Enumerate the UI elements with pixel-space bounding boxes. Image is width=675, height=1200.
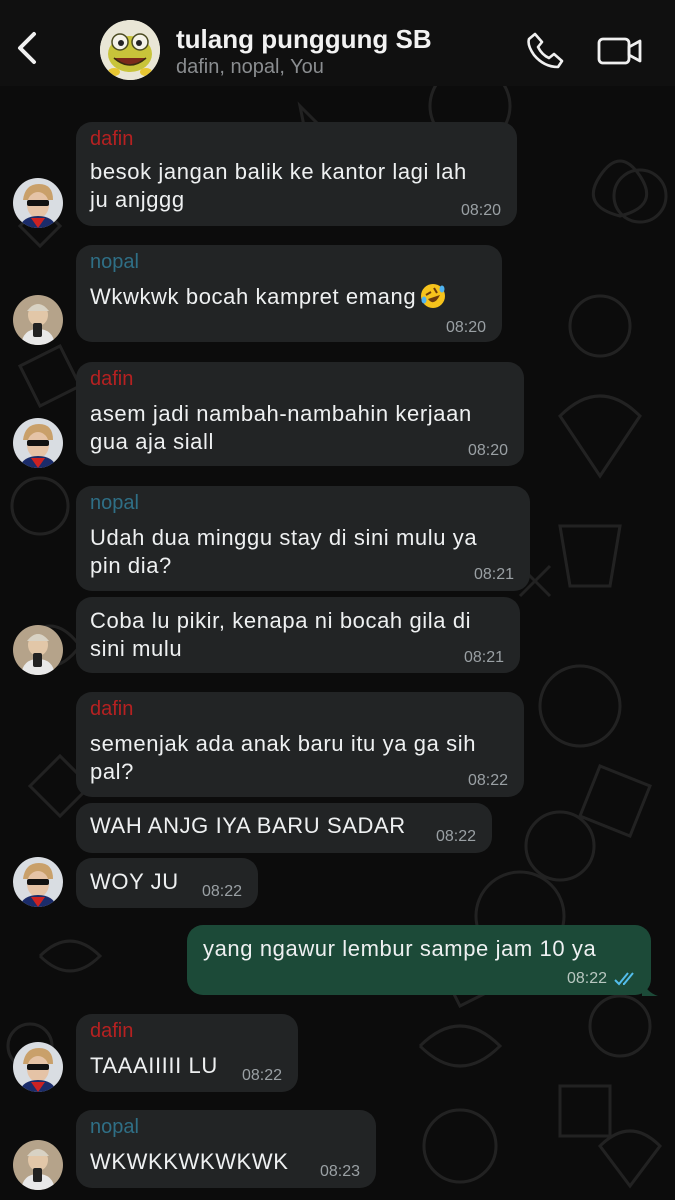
message-bubble[interactable]: nopal Udah dua minggu stay di sini mulu … <box>76 486 530 591</box>
video-camera-icon <box>597 37 642 65</box>
sender-name: dafin <box>90 368 134 390</box>
message-bubble[interactable]: WAH ANJG IYA BARU SADAR 08:22 <box>76 803 492 853</box>
group-title[interactable]: tulang punggung SB <box>176 24 432 55</box>
message-time: 08:22 <box>467 772 508 789</box>
group-members[interactable]: dafin, nopal, You <box>176 56 324 79</box>
message-time: 08:20 <box>467 442 508 459</box>
phone-icon <box>527 32 564 69</box>
sender-name: nopal <box>90 1116 139 1138</box>
outgoing-message-bubble[interactable]: yang ngawur lembur sampe jam 10 ya 08:22 <box>187 925 651 995</box>
voice-call-button[interactable] <box>526 30 566 70</box>
group-avatar[interactable] <box>100 20 160 80</box>
nopal-avatar[interactable] <box>13 295 63 345</box>
sender-name: dafin <box>90 128 134 150</box>
chevron-left-icon <box>18 32 36 64</box>
double-check-read-icon <box>614 972 634 986</box>
cartoon-frog-avatar-icon <box>100 20 160 80</box>
message-bubble[interactable]: WOY JU 08:22 <box>76 858 258 908</box>
message-bubble[interactable]: dafin semenjak ada anak baru itu ya ga s… <box>76 692 524 797</box>
message-time: 08:23 <box>319 1163 360 1180</box>
person-with-sunglasses-avatar-icon <box>13 1042 63 1092</box>
message-text-line: sini mulu <box>90 636 183 661</box>
dafin-avatar[interactable] <box>13 418 63 468</box>
dafin-avatar[interactable] <box>13 857 63 907</box>
message-time: 08:20 <box>445 319 486 336</box>
dafin-avatar[interactable] <box>13 178 63 228</box>
message-bubble[interactable]: dafin asem jadi nambah-nambahin kerjaan … <box>76 362 524 466</box>
chat-screen: tulang punggung SB dafin, nopal, You daf… <box>0 0 675 1200</box>
message-bubble[interactable]: dafin besok jangan balik ke kantor lagi … <box>76 122 517 226</box>
person-selfie-avatar-icon <box>13 295 63 345</box>
person-selfie-avatar-icon <box>13 625 63 675</box>
message-text-line: Udah dua minggu stay di sini mulu ya <box>90 525 478 550</box>
message-text-line: gua aja siall <box>90 429 214 454</box>
rolling-on-floor-laughing-emoji-icon <box>421 284 446 308</box>
sender-name: dafin <box>90 1020 134 1042</box>
back-button[interactable] <box>10 26 44 70</box>
person-with-sunglasses-avatar-icon <box>13 178 63 228</box>
message-time: 08:22 <box>435 828 476 845</box>
sender-name: nopal <box>90 492 139 514</box>
message-bubble[interactable]: dafin TAAAIIIII LU 08:22 <box>76 1014 298 1092</box>
person-selfie-avatar-icon <box>13 1140 63 1190</box>
chat-header: tulang punggung SB dafin, nopal, You <box>0 0 675 86</box>
message-time: 08:22 <box>201 883 242 900</box>
message-bubble[interactable]: nopal WKWKKWKWKWK 08:23 <box>76 1110 376 1188</box>
nopal-avatar[interactable] <box>13 625 63 675</box>
person-with-sunglasses-avatar-icon <box>13 418 63 468</box>
message-time: 08:21 <box>473 566 514 583</box>
message-text-line: semenjak ada anak baru itu ya ga sih <box>90 731 477 756</box>
nopal-avatar[interactable] <box>13 1140 63 1190</box>
message-text: Wkwkwk bocah kampret emang <box>90 284 417 309</box>
message-text-line: yang ngawur lembur sampe jam 10 ya <box>203 936 597 961</box>
person-with-sunglasses-avatar-icon <box>13 857 63 907</box>
message-text-line: WOY JU <box>90 869 179 894</box>
message-bubble[interactable]: nopal Wkwkwk bocah kampret emang 08:20 <box>76 245 502 342</box>
message-text-line: pal? <box>90 759 134 784</box>
dafin-avatar[interactable] <box>13 1042 63 1092</box>
message-text-line: TAAAIIIII LU <box>90 1053 218 1078</box>
message-text-line: Coba lu pikir, kenapa ni bocah gila di <box>90 608 472 633</box>
message-time: 08:22 <box>241 1067 282 1084</box>
sender-name: dafin <box>90 698 134 720</box>
video-call-button[interactable] <box>596 34 644 68</box>
message-bubble[interactable]: Coba lu pikir, kenapa ni bocah gila di s… <box>76 597 520 673</box>
sender-name: nopal <box>90 251 139 273</box>
message-text-line: WAH ANJG IYA BARU SADAR <box>90 813 406 838</box>
message-text-line: WKWKKWKWKWK <box>90 1149 289 1174</box>
message-time: 08:22 <box>566 970 607 987</box>
message-text-line: Wkwkwk bocah kampret emang <box>90 283 446 311</box>
message-text-line: asem jadi nambah-nambahin kerjaan <box>90 401 472 426</box>
message-text-line: besok jangan balik ke kantor lagi lah <box>90 159 467 184</box>
message-time: 08:20 <box>460 202 501 219</box>
message-time: 08:21 <box>463 649 504 666</box>
message-text-line: pin dia? <box>90 553 172 578</box>
message-text-line: ju anjggg <box>90 187 185 212</box>
